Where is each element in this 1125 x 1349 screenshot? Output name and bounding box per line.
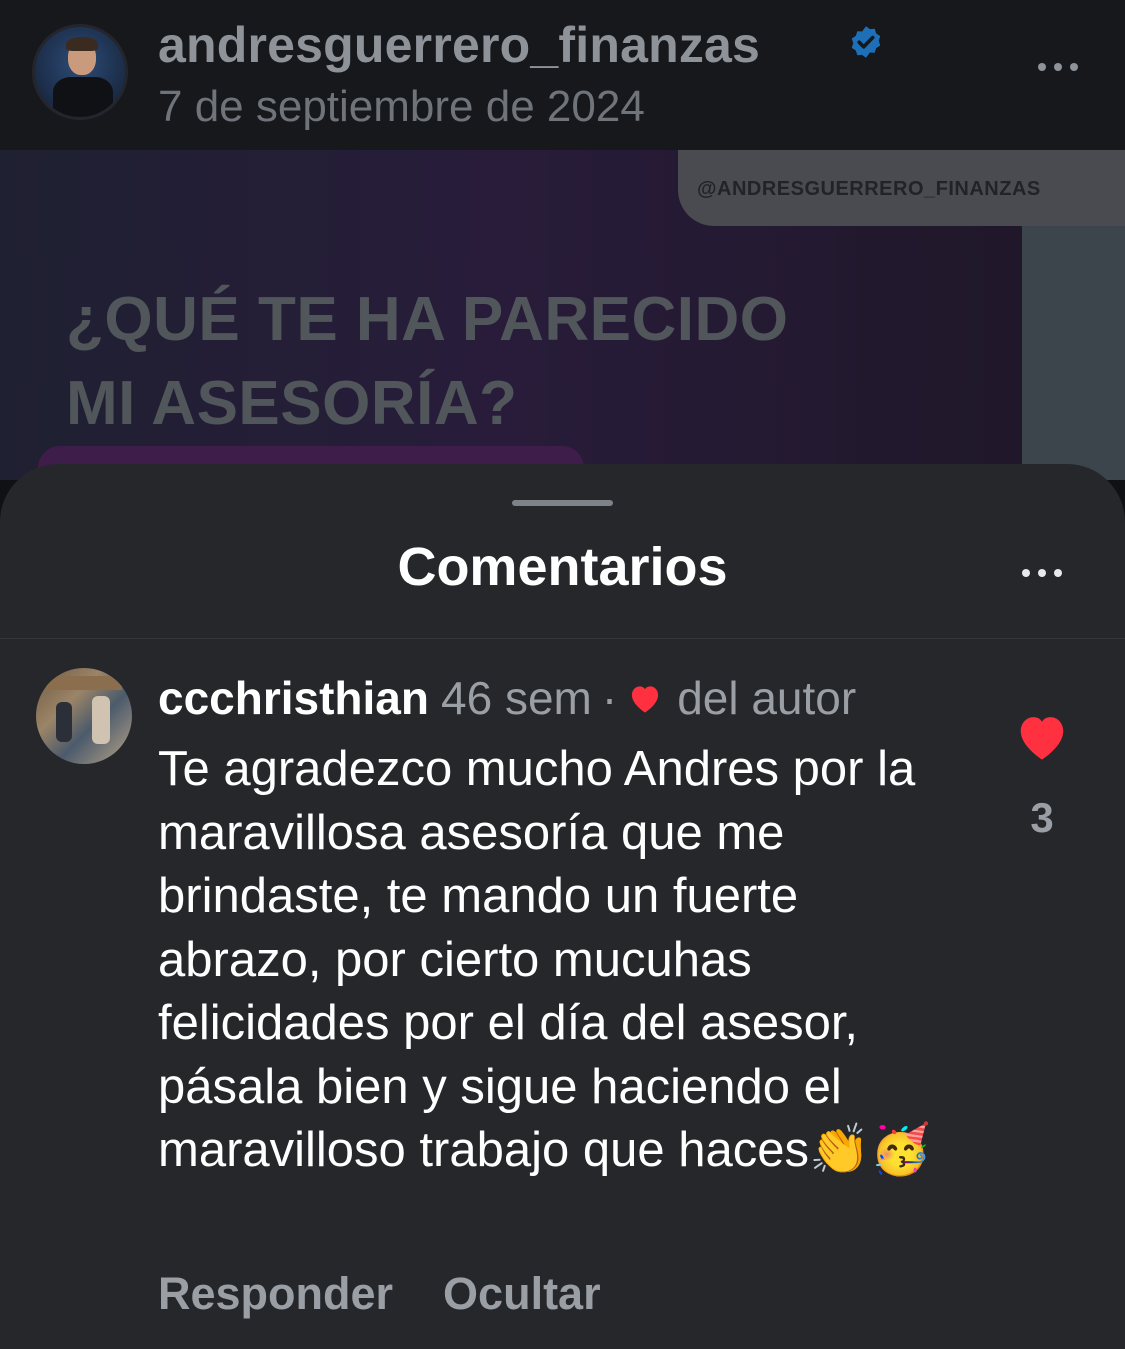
- sheet-divider: [0, 638, 1125, 639]
- comment-actions: Responder Ocultar: [158, 1268, 601, 1320]
- avatar-hair: [66, 37, 98, 51]
- commenter-username[interactable]: ccchristhian: [158, 671, 429, 725]
- post-image[interactable]: @ANDRESGUERRERO_FINANZAS ¿QUÉ TE HA PARE…: [0, 150, 1125, 480]
- avatar-shirt: [53, 77, 113, 117]
- post-more-options-icon[interactable]: [1030, 52, 1086, 82]
- avatar-detail: [46, 676, 122, 690]
- like-count[interactable]: 3: [1012, 794, 1072, 842]
- image-handle-text: @ANDRESGUERRERO_FINANZAS: [697, 178, 1041, 200]
- post-author-username[interactable]: andresguerrero_finanzas: [158, 16, 760, 74]
- sheet-more-options-icon[interactable]: [1014, 558, 1070, 588]
- comment-text: Te agradezco mucho Andres por la maravil…: [158, 742, 931, 1177]
- author-heart-icon: [632, 686, 659, 713]
- author-avatar[interactable]: [32, 24, 128, 120]
- comment-time: 46 sem: [441, 672, 592, 724]
- comment-header: ccchristhian 46 sem · del autor: [158, 670, 856, 726]
- image-headline-line2: MI ASESORÍA?: [66, 369, 518, 438]
- liked-by-author-label: del autor: [677, 672, 857, 724]
- avatar-detail: [92, 696, 110, 744]
- commenter-avatar[interactable]: [36, 668, 132, 764]
- comment-separator: ·: [601, 672, 618, 724]
- sheet-title: Comentarios: [397, 537, 728, 597]
- sheet-grabber-handle[interactable]: [512, 500, 613, 506]
- image-headline-line1: ¿QUÉ TE HA PARECIDO: [66, 285, 789, 354]
- avatar-detail: [56, 702, 72, 742]
- image-headline: ¿QUÉ TE HA PARECIDO MI ASESORÍA?: [66, 278, 789, 446]
- reply-button[interactable]: Responder: [158, 1268, 393, 1320]
- verified-badge-icon: [851, 26, 881, 58]
- hide-button[interactable]: Ocultar: [443, 1268, 601, 1320]
- post-date: 7 de septiembre de 2024: [158, 82, 645, 131]
- comments-sheet: Comentarios ccchristhian 46 sem · del au…: [0, 464, 1125, 1349]
- post-header: andresguerrero_finanzas 7 de septiembre …: [0, 0, 1125, 150]
- like-heart-icon[interactable]: [1012, 710, 1072, 762]
